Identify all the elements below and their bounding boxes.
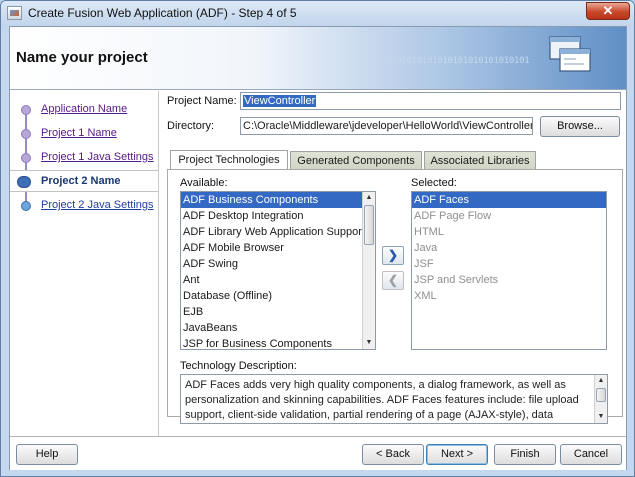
header-binary-decoration: 0101010101010101010101010101 — [386, 56, 530, 66]
available-list-item[interactable]: Ant — [181, 272, 375, 288]
help-button[interactable]: Help — [16, 444, 78, 465]
step-label[interactable]: Project 1 Java Settings — [41, 151, 154, 163]
step-project1-name[interactable]: Project 1 Name — [10, 123, 158, 145]
scroll-up-arrow-icon[interactable]: ▲ — [363, 192, 375, 204]
scrollbar-thumb[interactable] — [596, 388, 606, 402]
step-label[interactable]: Project 2 Java Settings — [41, 199, 154, 211]
selected-list-item[interactable]: XML — [412, 288, 606, 304]
available-list-item[interactable]: ADF Business Components — [181, 192, 375, 208]
browse-button[interactable]: Browse... — [540, 116, 620, 137]
selected-label: Selected: — [411, 177, 457, 189]
technology-description-label: Technology Description: — [180, 360, 297, 372]
tab-project-technologies[interactable]: Project Technologies — [170, 150, 288, 170]
selected-rows: ADF Faces ADF Page Flow HTML Java JSF JSP and… — [412, 192, 606, 304]
app-icon — [7, 6, 22, 20]
technology-description-text: ADF Faces adds very high quality compone… — [180, 374, 608, 424]
step-visited-dot-icon — [21, 129, 31, 139]
available-list-item[interactable]: EJB — [181, 304, 375, 320]
step-application-name[interactable]: Application Name — [10, 99, 158, 121]
scroll-down-arrow-icon[interactable]: ▼ — [363, 337, 375, 349]
selected-list-item[interactable]: Java — [412, 240, 606, 256]
available-list[interactable]: ADF Business Components ADF Desktop Integ… — [180, 191, 376, 350]
available-list-item[interactable]: ADF Swing — [181, 256, 375, 272]
scroll-down-arrow-icon[interactable]: ▼ — [595, 411, 607, 423]
step-label[interactable]: Application Name — [41, 103, 127, 115]
available-label: Available: — [180, 177, 228, 189]
step-current-marker-icon — [17, 176, 31, 188]
window-title: Create Fusion Web Application (ADF) - St… — [28, 6, 297, 20]
add-to-selected-button[interactable]: ❯ — [382, 246, 404, 265]
back-button[interactable]: < Back — [362, 444, 424, 465]
selected-list-item[interactable]: JSP and Servlets — [412, 272, 606, 288]
step-label-current: Project 2 Name — [41, 175, 121, 187]
step-visited-dot-icon — [21, 105, 31, 115]
scrollbar-thumb[interactable] — [364, 205, 374, 245]
available-list-item[interactable]: JSP for Business Components — [181, 336, 375, 349]
available-list-item[interactable]: ADF Mobile Browser — [181, 240, 375, 256]
selected-list-item[interactable]: HTML — [412, 224, 606, 240]
tab-associated-libraries[interactable]: Associated Libraries — [424, 151, 536, 170]
directory-label: Directory: — [167, 120, 215, 132]
step-visited-dot-icon — [21, 153, 31, 163]
windows-icon — [549, 36, 591, 72]
selected-list-item[interactable]: ADF Faces — [412, 192, 606, 208]
available-scrollbar[interactable]: ▲ ▼ — [362, 192, 375, 349]
description-scrollbar[interactable]: ▲ ▼ — [594, 375, 607, 423]
step-upcoming-dot-icon — [21, 201, 31, 211]
wizard-header: Name your project 0101010101010101010101… — [10, 27, 626, 90]
remove-from-selected-button[interactable]: ❮ — [382, 271, 404, 290]
title-bar[interactable]: Create Fusion Web Application (ADF) - St… — [1, 1, 634, 26]
available-rows: ADF Business Components ADF Desktop Integ… — [181, 192, 375, 349]
next-button[interactable]: Next > — [426, 444, 488, 465]
directory-input[interactable]: C:\Oracle\Middleware\jdeveloper\HelloWor… — [240, 117, 533, 135]
step-label[interactable]: Project 1 Name — [41, 127, 117, 139]
cancel-button[interactable]: Cancel — [560, 444, 622, 465]
project-name-label: Project Name: — [167, 95, 237, 107]
technology-description-body: ADF Faces adds very high quality compone… — [185, 379, 579, 421]
step-project2-java-settings[interactable]: Project 2 Java Settings — [10, 195, 158, 217]
selected-list[interactable]: ADF Faces ADF Page Flow HTML Java JSF JSP and… — [411, 191, 607, 350]
project-name-value: ViewController — [243, 95, 317, 107]
wizard-window: Create Fusion Web Application (ADF) - St… — [0, 0, 635, 477]
close-button[interactable]: ✕ — [586, 2, 630, 20]
wizard-body: Name your project 0101010101010101010101… — [9, 26, 627, 470]
available-list-item[interactable]: ADF Library Web Application Support — [181, 224, 375, 240]
page-title: Name your project — [16, 49, 148, 66]
wizard-footer: Help < Back Next > Finish Cancel — [10, 436, 626, 470]
available-list-item[interactable]: ADF Desktop Integration — [181, 208, 375, 224]
tab-generated-components[interactable]: Generated Components — [290, 151, 422, 170]
finish-button[interactable]: Finish — [494, 444, 556, 465]
selected-list-item[interactable]: JSF — [412, 256, 606, 272]
project-name-input[interactable]: ViewController — [240, 92, 621, 110]
step-project1-java-settings[interactable]: Project 1 Java Settings — [10, 147, 158, 169]
step-project2-name[interactable]: Project 2 Name — [10, 170, 158, 192]
selected-list-item[interactable]: ADF Page Flow — [412, 208, 606, 224]
wizard-steps-nav: Application Name Project 1 Name Project … — [10, 91, 159, 436]
scroll-up-arrow-icon[interactable]: ▲ — [595, 375, 607, 387]
available-list-item[interactable]: Database (Offline) — [181, 288, 375, 304]
available-list-item[interactable]: JavaBeans — [181, 320, 375, 336]
